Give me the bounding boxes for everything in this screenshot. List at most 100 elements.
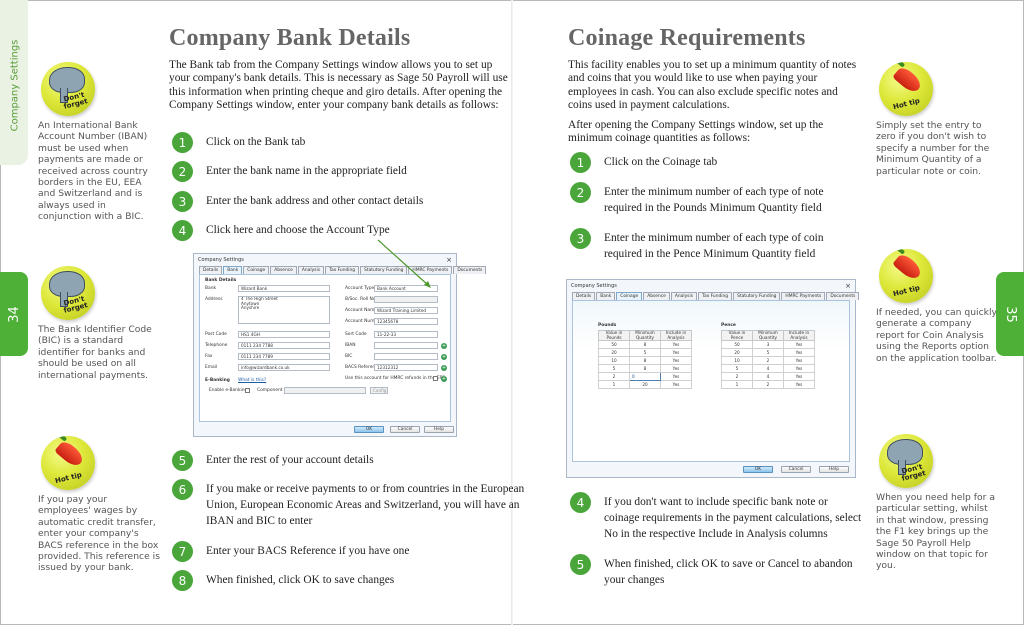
bic-input[interactable] — [374, 353, 438, 360]
minimum-quantity-cell[interactable]: 4 — [752, 364, 784, 373]
tab-hmrc-payments[interactable]: HMRC Payments — [781, 292, 826, 300]
tab-documents[interactable]: Documents — [826, 292, 860, 300]
cancel-button[interactable]: Cancel — [390, 426, 420, 433]
include-in-analysis-cell[interactable]: Yes — [660, 364, 692, 373]
account-number-input[interactable]: 12345678 — [374, 318, 438, 325]
minimum-quantity-cell[interactable]: 0 — [629, 372, 661, 381]
include-in-analysis-cell[interactable]: Yes — [660, 348, 692, 357]
tab-bar: Details Bank Coinage Absence Analysis Ta… — [567, 292, 860, 300]
tab-documents[interactable]: Documents — [453, 266, 487, 274]
include-in-analysis-cell[interactable]: Yes — [660, 380, 692, 389]
bsoc-roll-input[interactable] — [374, 296, 438, 303]
bank-details-heading: Bank Details — [205, 278, 237, 283]
email-label: Email — [205, 365, 218, 370]
include-in-analysis-cell[interactable]: Yes — [783, 372, 815, 381]
include-in-analysis-cell[interactable]: Yes — [783, 380, 815, 389]
page-number-label: 35 — [1002, 305, 1018, 323]
note-text: If you pay your employees' wages by auto… — [38, 494, 160, 574]
include-in-analysis-cell[interactable]: Yes — [660, 340, 692, 349]
tab-tax-funding[interactable]: Tax Funding — [324, 266, 360, 274]
iban-input[interactable] — [374, 342, 438, 349]
pence-table: Value in Pence Minimum Quantity Include … — [721, 330, 815, 389]
elephant-icon — [49, 67, 85, 103]
company-settings-dialog-coinage: Company Settings × Details Bank Coinage A… — [566, 279, 860, 478]
minimum-quantity-cell[interactable]: 3 — [752, 340, 784, 349]
iban-add-icon[interactable]: + — [441, 343, 447, 349]
tab-hmrc-payments[interactable]: HMRC Payments — [408, 266, 453, 274]
fax-input[interactable]: 0111 234 7789 — [238, 353, 330, 360]
bank-input[interactable]: Wizard Bank — [238, 285, 330, 292]
include-in-analysis-cell[interactable]: Yes — [783, 348, 815, 357]
tab-absence[interactable]: Absence — [270, 266, 297, 274]
pence-heading: Pence — [721, 323, 736, 328]
tab-statutory-funding[interactable]: Statutory Funding — [360, 266, 408, 274]
include-in-analysis-cell[interactable]: Yes — [660, 356, 692, 365]
tab-tax-funding[interactable]: Tax Funding — [697, 292, 733, 300]
minimum-quantity-cell[interactable]: 5 — [752, 348, 784, 357]
tab-analysis[interactable]: Analysis — [297, 266, 324, 274]
note-text: The Bank Identifier Code (BIC) is a stan… — [38, 324, 152, 381]
cancel-button[interactable]: Cancel — [781, 466, 811, 473]
step-text: Enter your BACS Reference if you have on… — [206, 545, 410, 557]
step-item: 6 If you make or receive payments to or f… — [172, 479, 526, 529]
enable-ebanking-checkbox[interactable] — [245, 388, 250, 393]
tab-coinage[interactable]: Coinage — [616, 292, 643, 300]
address-input[interactable]: 4 The High Street Anytown Anyshire — [238, 296, 330, 324]
minimum-quantity-cell[interactable]: 20 — [629, 380, 661, 389]
step-item: 4 If you don't want to include specific b… — [570, 492, 864, 542]
value-cell: 2 — [721, 372, 753, 381]
close-icon[interactable]: × — [845, 280, 851, 292]
ok-button[interactable]: OK — [743, 466, 773, 473]
include-in-analysis-cell[interactable]: Yes — [660, 372, 692, 381]
bic-add-icon[interactable]: + — [441, 354, 447, 360]
include-in-analysis-cell[interactable]: Yes — [783, 340, 815, 349]
tab-details[interactable]: Details — [199, 266, 223, 274]
what-is-this-link[interactable]: What is this? — [238, 378, 266, 383]
tab-bank[interactable]: Bank — [596, 292, 616, 300]
tab-bank[interactable]: Bank — [223, 266, 243, 274]
account-name-input[interactable]: Wizard Training Limited — [374, 307, 438, 314]
fax-label: Fax — [205, 354, 213, 359]
minimum-quantity-cell[interactable]: 4 — [752, 372, 784, 381]
tab-coinage[interactable]: Coinage — [243, 266, 270, 274]
hmrc-add-icon[interactable]: + — [441, 376, 447, 382]
enable-ebanking-label: Enable e-Banking — [209, 388, 248, 393]
tab-statutory-funding[interactable]: Statutory Funding — [733, 292, 781, 300]
include-in-analysis-cell[interactable]: Yes — [783, 356, 815, 365]
step-item: 3 Enter the minimum number of each type o… — [570, 228, 864, 262]
minimum-quantity-cell[interactable]: 2 — [752, 380, 784, 389]
postcode-input[interactable]: HS1 4GH — [238, 331, 330, 338]
component-select[interactable] — [284, 387, 366, 394]
email-input[interactable]: info@wizardbank.co.uk — [238, 364, 330, 371]
ok-button[interactable]: OK — [354, 426, 384, 433]
minimum-quantity-cell[interactable]: 2 — [752, 356, 784, 365]
account-type-label: Account Type — [345, 286, 375, 291]
account-type-select[interactable]: Bank Account — [374, 285, 438, 292]
section-tab: Company Settings — [0, 0, 28, 165]
config-button[interactable]: Config... — [370, 387, 388, 394]
bacs-add-icon[interactable]: + — [441, 365, 447, 371]
minimum-quantity-cell[interactable]: 8 — [629, 364, 661, 373]
column-header: Include in Analysis — [783, 330, 815, 341]
tab-absence[interactable]: Absence — [643, 292, 670, 300]
hmrc-refund-checkbox[interactable] — [433, 376, 438, 381]
include-in-analysis-cell[interactable]: Yes — [783, 364, 815, 373]
table-row: 20 5 Yes — [598, 348, 692, 357]
tab-analysis[interactable]: Analysis — [670, 292, 697, 300]
step-number: 3 — [172, 191, 193, 212]
minimum-quantity-cell[interactable]: 8 — [629, 356, 661, 365]
bacs-reference-input[interactable]: 12312312 — [374, 364, 438, 371]
column-header: Minimum Quantity — [752, 330, 784, 341]
minimum-quantity-cell[interactable]: 8 — [629, 340, 661, 349]
note-text: If needed, you can quickly generate a co… — [876, 307, 997, 364]
help-button[interactable]: Help — [424, 426, 454, 433]
telephone-input[interactable]: 0111 234 7788 — [238, 342, 330, 349]
sort-code-input[interactable]: 11-22-33 — [374, 331, 438, 338]
minimum-quantity-cell[interactable]: 5 — [629, 348, 661, 357]
pounds-heading: Pounds — [598, 323, 617, 328]
tab-details[interactable]: Details — [572, 292, 596, 300]
close-icon[interactable]: × — [446, 254, 452, 266]
sort-code-label: Sort Code — [345, 332, 367, 337]
help-button[interactable]: Help — [819, 466, 849, 473]
table-row: 2 4 Yes — [721, 372, 815, 381]
